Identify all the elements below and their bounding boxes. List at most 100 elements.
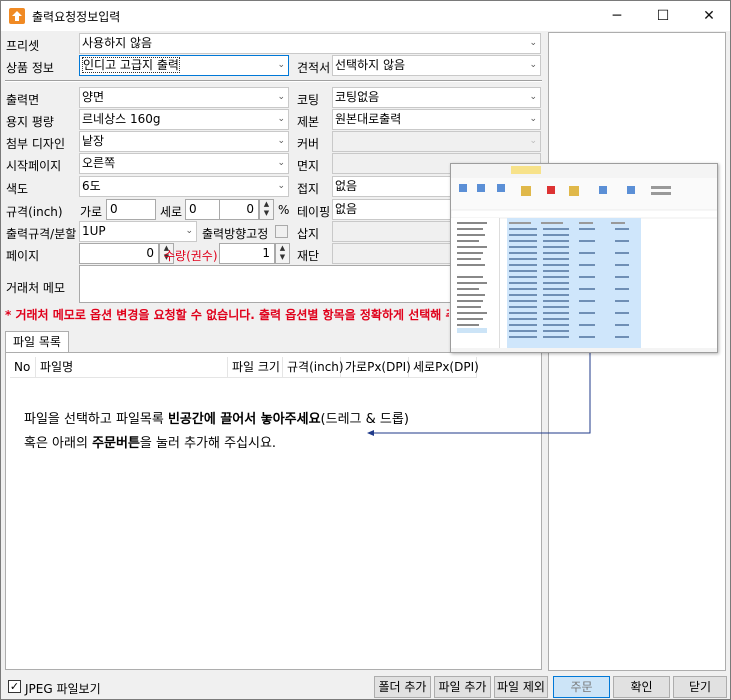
direction-checkbox[interactable] [275,225,288,238]
hint-text: 혹은 아래의 [24,436,93,451]
attach-label: 첨부 디자인 [6,137,66,151]
chevron-down-icon: ⌄ [185,226,193,236]
color-select[interactable]: 6도 ⌄ [79,176,289,197]
product-label: 상품 정보 [6,61,54,75]
confirm-button[interactable]: 확인 [613,676,670,698]
direction-label: 출력방향고정 [202,227,269,241]
chevron-down-icon: ⌄ [277,136,285,146]
explorer-screenshot-image [450,163,718,353]
side-select[interactable]: 양면 ⌄ [79,87,289,108]
cover-label: 커버 [297,137,320,151]
preset-label: 프리셋 [6,39,40,53]
spin-down-icon[interactable]: ▼ [260,209,273,218]
drag-arrow [367,353,591,436]
drag-hint-line1: 파일을 선택하고 파일목록 빈공간에 끌어서 놓아주세요(드레그 & 드롭) [24,408,409,427]
fold-value: 없음 [335,179,358,193]
drag-hint-line2: 혹은 아래의 주문버튼을 눌러 추가해 주십시요. [24,432,276,451]
coating-label: 코팅 [297,93,320,107]
qty-input[interactable]: 1 [219,243,275,264]
binding-label: 제본 [297,115,320,129]
quote-value: 선택하지 않음 [335,58,406,72]
paper-select[interactable]: 르네상스 160g ⌄ [79,109,289,130]
spin-down-icon[interactable]: ▼ [276,253,289,262]
tab-file-list[interactable]: 파일 목록 [5,331,69,353]
height-label: 세로 [160,205,183,219]
quote-label: 견적서 [297,61,331,75]
spin-up-icon[interactable]: ▲ [260,200,273,209]
endpaper-label: 면지 [297,159,320,173]
color-value: 6도 [82,179,101,193]
paper-value: 르네상스 160g [82,112,161,126]
hint-bold: 주문버튼 [92,436,140,451]
close-window-button[interactable]: ✕ [686,1,731,31]
binding-value: 원본대로출력 [335,112,402,126]
chevron-down-icon: ⌄ [277,114,285,124]
start-select[interactable]: 오른쪽 ⌄ [79,153,289,174]
col-filename[interactable]: 파일명 [36,357,228,378]
coating-select[interactable]: 코팅없음 ⌄ [332,87,541,108]
window-title: 출력요청정보입력 [32,10,121,24]
chevron-down-icon: ⌄ [529,92,537,102]
close-button[interactable]: 닫기 [673,676,727,698]
coating-value: 코팅없음 [335,90,380,104]
add-folder-button[interactable]: 폴더 추가 [374,676,431,698]
chevron-down-icon: ⌄ [529,38,537,48]
pages-input[interactable]: 0 [79,243,159,264]
add-file-button[interactable]: 파일 추가 [434,676,491,698]
quote-select[interactable]: 선택하지 않음 ⌄ [332,55,541,76]
chevron-down-icon: ⌄ [529,60,537,70]
product-select[interactable]: 인디고 고급지 출력 ⌄ [79,55,289,76]
maximize-button[interactable]: ☐ [640,1,686,31]
product-value: 인디고 고급지 출력 [82,57,180,73]
side-label: 출력면 [6,93,40,107]
hint-text: 파일을 선택하고 파일목록 [24,412,168,427]
jpeg-view-label: JPEG 파일보기 [25,682,101,696]
attach-value: 낱장 [82,134,105,148]
chevron-down-icon: ⌄ [277,92,285,102]
minimize-button[interactable]: ─ [594,1,640,31]
hint-text: 을 눌러 추가해 주십시요. [139,436,277,451]
divider [5,80,542,82]
paper-label: 용지 평량 [6,115,54,129]
remove-file-button[interactable]: 파일 제외 [494,676,548,698]
layout-label: 출력규격/분할 [6,227,77,241]
chevron-down-icon: ⌄ [277,158,285,168]
pages-label: 페이지 [6,249,40,263]
app-icon [9,8,25,24]
col-filesize[interactable]: 파일 크기 [228,357,283,378]
col-size[interactable]: 규격(inch) [283,357,344,378]
chevron-down-icon: ⌄ [277,60,285,70]
cover-select[interactable]: ⌄ [332,131,541,152]
chevron-down-icon: ⌄ [277,181,285,191]
memo-label: 거래처 메모 [6,281,66,295]
margin-input[interactable]: 0 [219,199,259,220]
start-value: 오른쪽 [82,156,116,170]
preset-value: 사용하지 않음 [82,36,153,50]
warning-text: * 거래처 메모로 옵션 변경을 요청할 수 없습니다. 출력 옵션별 항목을 … [5,308,449,322]
side-value: 양면 [82,90,105,104]
taping-label: 테이핑 [297,205,331,219]
jpeg-view-checkbox[interactable]: ✓ [8,680,21,693]
hint-bold: 빈공간에 끌어서 놓아주세요 [167,412,321,427]
title-bar: 출력요청정보입력 ─ ☐ ✕ [1,1,730,31]
dialog-window: 출력요청정보입력 ─ ☐ ✕ 프리셋 사용하지 않음 ⌄ 상품 정보 인디고 고급… [0,0,731,700]
taping-value: 없음 [335,202,358,216]
binding-select[interactable]: 원본대로출력 ⌄ [332,109,541,130]
layout-value: 1UP [82,224,106,238]
order-button[interactable]: 주문 [553,676,610,698]
color-label: 색도 [6,182,29,196]
qty-label: 수량(권수) [164,249,218,263]
percent-label: % [278,203,290,217]
qty-spinner[interactable]: ▲ ▼ [275,243,290,264]
fold-label: 접지 [297,182,320,196]
layout-select[interactable]: 1UP ⌄ [79,221,197,242]
spin-up-icon[interactable]: ▲ [276,244,289,253]
insert-label: 삽지 [297,227,320,241]
margin-spinner[interactable]: ▲ ▼ [259,199,274,220]
preset-select[interactable]: 사용하지 않음 ⌄ [79,33,541,54]
col-no[interactable]: No [10,357,36,378]
width-input[interactable]: 0 [106,199,156,220]
chevron-down-icon: ⌄ [529,114,537,124]
attach-select[interactable]: 낱장 ⌄ [79,131,289,152]
size-label: 규격(inch) [6,205,63,219]
